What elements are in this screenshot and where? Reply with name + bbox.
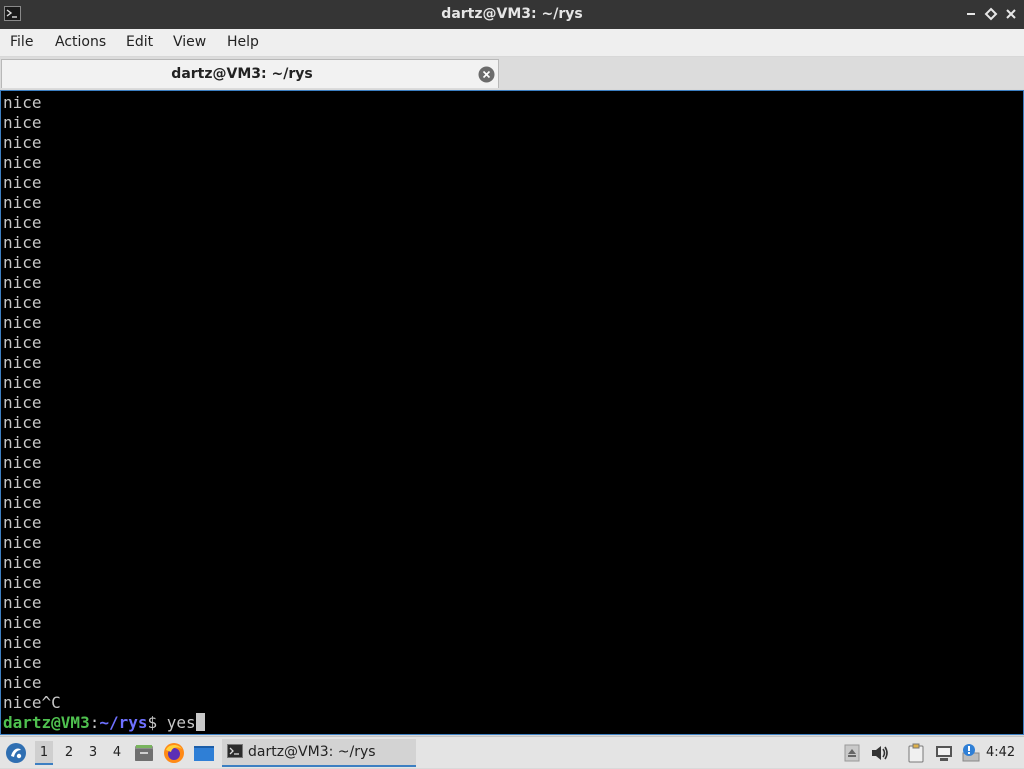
output-line: nice — [3, 273, 42, 292]
output-line: nice — [3, 413, 42, 432]
output-line: nice — [3, 613, 42, 632]
prompt-path: ~/rys — [99, 713, 148, 732]
output-line: nice — [3, 593, 42, 612]
clipboard-tray-button[interactable] — [906, 743, 926, 763]
output-line: nice — [3, 373, 42, 392]
output-line: nice — [3, 93, 42, 112]
output-line: nice — [3, 293, 42, 312]
restore-icon — [984, 7, 998, 21]
output-line: nice — [3, 133, 42, 152]
output-line: nice — [3, 633, 42, 652]
output-line: nice — [3, 233, 42, 252]
command-prompt[interactable]: dartz@VM3:~/rys$ yes — [3, 713, 205, 733]
start-menu-button[interactable] — [5, 742, 27, 764]
workspace-1[interactable]: 1 — [35, 741, 53, 765]
notification-icon — [962, 744, 980, 762]
output-line: nice — [3, 333, 42, 352]
output-line: nice — [3, 493, 42, 512]
workspace-3[interactable]: 3 — [84, 741, 102, 765]
output-line: nice — [3, 173, 42, 192]
menu-file[interactable]: File — [10, 29, 33, 56]
workspace-2[interactable]: 2 — [60, 741, 78, 765]
output-line: nice — [3, 673, 42, 692]
minimize-button[interactable] — [964, 7, 978, 21]
show-desktop-button[interactable] — [193, 742, 215, 764]
terminal-output: nice nice nice nice nice nice nice nice … — [3, 93, 205, 733]
firefox-launcher[interactable] — [163, 742, 185, 764]
prompt-symbol: $ — [147, 713, 167, 732]
minimize-icon — [967, 13, 975, 15]
task-terminal[interactable]: dartz@VM3: ~/rys — [222, 739, 416, 767]
output-line: nice — [3, 253, 42, 272]
output-line: nice — [3, 213, 42, 232]
menu-actions[interactable]: Actions — [55, 29, 106, 56]
maximize-button[interactable] — [984, 7, 998, 21]
show-desktop-icon — [194, 746, 214, 761]
window-titlebar[interactable]: dartz@VM3: ~/rys — [0, 0, 1024, 29]
volume-tray-button[interactable] — [870, 743, 890, 763]
output-line: nice — [3, 113, 42, 132]
menu-view[interactable]: View — [173, 29, 206, 56]
output-line: nice — [3, 473, 42, 492]
close-circle-icon — [478, 66, 495, 83]
close-icon — [1006, 9, 1016, 19]
output-line: nice — [3, 653, 42, 672]
menu-bar: File Actions Edit View Help — [0, 29, 1024, 57]
notification-tray-button[interactable] — [961, 743, 981, 763]
output-line: nice — [3, 553, 42, 572]
taskbar: 1 2 3 4 dartz@VM3: ~/rys 4:42 — [0, 736, 1024, 768]
menu-help[interactable]: Help — [227, 29, 259, 56]
tab-bar: dartz@VM3: ~/rys — [0, 57, 1024, 89]
network-icon — [936, 746, 952, 761]
output-line: nice — [3, 453, 42, 472]
menu-edit[interactable]: Edit — [126, 29, 153, 56]
output-line: nice — [3, 193, 42, 212]
lxqt-start-icon — [6, 743, 26, 763]
taskbar-clock[interactable]: 4:42 — [986, 737, 1015, 769]
tab-label: dartz@VM3: ~/rys — [171, 66, 313, 82]
prompt-user-host: dartz@VM3 — [3, 713, 90, 732]
output-line: nice — [3, 353, 42, 372]
terminal-view[interactable]: nice nice nice nice nice nice nice nice … — [0, 90, 1024, 735]
window-title: dartz@VM3: ~/rys — [441, 6, 583, 22]
output-line: nice — [3, 533, 42, 552]
prompt-separator: : — [89, 713, 100, 732]
output-line: nice — [3, 573, 42, 592]
tab-terminal[interactable]: dartz@VM3: ~/rys — [1, 59, 499, 88]
workspace-4[interactable]: 4 — [108, 741, 126, 765]
output-line: nice — [3, 433, 42, 452]
output-line: nice — [3, 153, 42, 172]
output-line: nice — [3, 313, 42, 332]
output-line-interrupt: nice^C — [3, 693, 61, 712]
firefox-icon — [164, 743, 184, 763]
output-line: nice — [3, 513, 42, 532]
eject-icon — [844, 744, 860, 762]
output-line: nice — [3, 393, 42, 412]
prompt-command-input[interactable]: yes — [167, 713, 196, 732]
tab-close-button[interactable] — [478, 66, 495, 83]
network-tray-button[interactable] — [934, 743, 954, 763]
text-cursor — [195, 713, 205, 731]
eject-tray-button[interactable] — [842, 743, 862, 763]
file-manager-icon — [135, 745, 153, 761]
task-label: dartz@VM3: ~/rys — [248, 744, 376, 760]
terminal-icon — [227, 744, 243, 758]
volume-icon — [872, 746, 888, 760]
clipboard-icon — [908, 743, 924, 763]
file-manager-launcher[interactable] — [133, 742, 155, 764]
close-window-button[interactable] — [1004, 7, 1018, 21]
